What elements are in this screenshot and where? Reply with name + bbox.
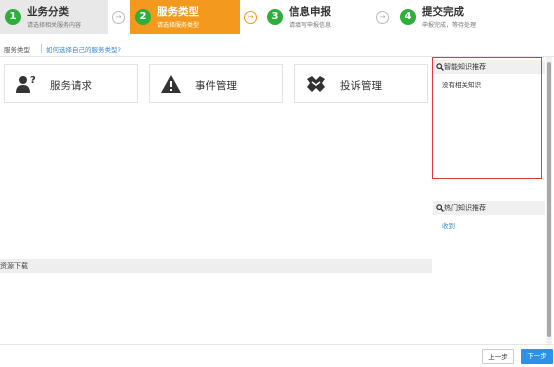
service-card-request-label: 服务请求 [50,80,92,92]
bottom-action-bar [0,344,554,367]
hot-kb-header: 热门知识推荐 [433,201,545,215]
step-wizard: 1 业务分类 请选择相关服务内容 → 2 服务类型 请选择服务类型 → 3 信息… [0,0,554,34]
step-4-number: 4 [400,9,416,25]
step-2-subtitle: 请选择服务类型 [157,22,200,29]
step-3-title: 信息申报 [289,6,331,18]
search-icon [436,204,444,212]
step-arrow-3-icon: → [376,11,389,24]
step-3-number: 3 [267,9,283,25]
service-card-complaint-label: 投诉管理 [340,80,382,92]
service-card-incident-label: 事件管理 [195,80,237,92]
step-2-number: 2 [135,9,151,25]
step-4-title: 提交完成 [422,6,464,18]
step-4-subtitle: 申报完成，等待处理 [422,22,477,29]
service-card-request[interactable]: ? 服务请求 [4,64,138,103]
step-2[interactable]: 2 服务类型 请选择服务类型 [130,0,240,34]
step-arrow-2-icon: → [244,11,257,24]
step-arrow-1-icon: → [112,11,125,24]
highlight-box [432,57,542,179]
step-4[interactable]: 4 提交完成 申报完成，等待处理 [395,0,503,34]
divider [41,44,42,53]
step-2-title: 服务类型 [157,6,199,18]
step-1-number: 1 [5,9,21,25]
hot-kb-item[interactable]: 收到 [442,220,455,230]
svg-text:?: ? [30,75,36,86]
service-card-complaint[interactable]: 投诉管理 [294,64,428,103]
step-1-title: 业务分类 [27,6,69,18]
step-1-subtitle: 请选择相关服务内容 [27,22,82,29]
step-3-subtitle: 请填写申报信息 [289,22,332,29]
hot-kb-title: 热门知识推荐 [444,204,486,212]
resource-download-title: 资源下载 [0,262,28,270]
service-card-incident[interactable]: 事件管理 [149,64,283,103]
warning-icon [161,75,181,93]
service-type-label: 服务类型 [4,46,30,54]
step-1[interactable]: 1 业务分类 请选择相关服务内容 [0,0,108,34]
how-to-choose-link[interactable]: 如何选择自己的服务类型? [46,44,121,54]
resource-download-bar: 资源下载 [0,259,432,273]
next-step-button[interactable]: 下一步 [521,349,553,364]
user-question-icon: ? [16,75,36,93]
handshake-icon [307,76,325,92]
previous-step-button[interactable]: 上一步 [482,349,514,364]
step-3[interactable]: 3 信息申报 请填写申报信息 [262,0,370,34]
vertical-scrollbar[interactable] [546,57,552,344]
scrollbar-thumb[interactable] [547,62,551,337]
service-type-bar: 服务类型 如何选择自己的服务类型? [0,41,554,57]
